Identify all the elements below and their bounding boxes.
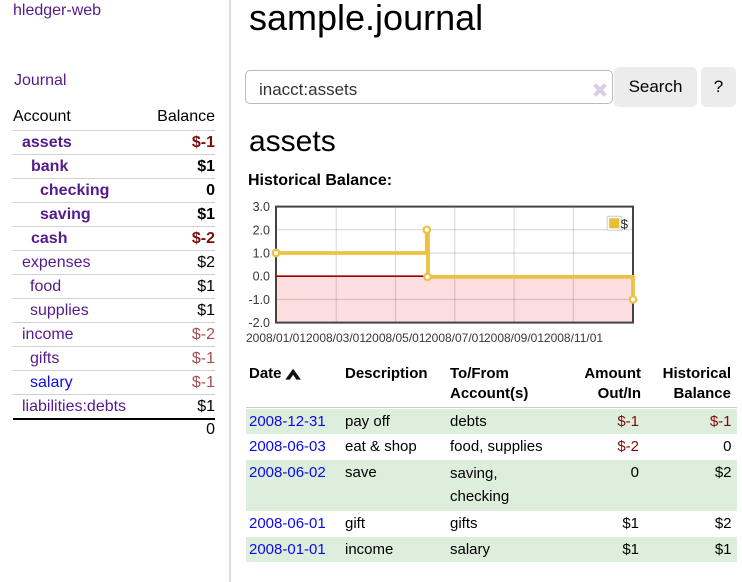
svg-text:1.0: 1.0 bbox=[253, 247, 270, 261]
svg-text:2008/01/01: 2008/01/01 bbox=[246, 331, 306, 345]
svg-text:2008/09/01: 2008/09/01 bbox=[484, 331, 544, 345]
svg-text:2008/07/01: 2008/07/01 bbox=[425, 331, 485, 345]
svg-text:-2.0: -2.0 bbox=[248, 316, 270, 330]
svg-text:0.0: 0.0 bbox=[253, 270, 270, 284]
svg-text:2008/03/01: 2008/03/01 bbox=[306, 331, 366, 345]
svg-text:-1.0: -1.0 bbox=[248, 293, 270, 307]
svg-text:3.0: 3.0 bbox=[253, 200, 270, 214]
svg-text:2008/11/01: 2008/11/01 bbox=[544, 331, 603, 345]
svg-text:2008/05/01: 2008/05/01 bbox=[365, 331, 425, 345]
svg-text:2.0: 2.0 bbox=[253, 223, 270, 237]
svg-text:$: $ bbox=[621, 216, 629, 231]
